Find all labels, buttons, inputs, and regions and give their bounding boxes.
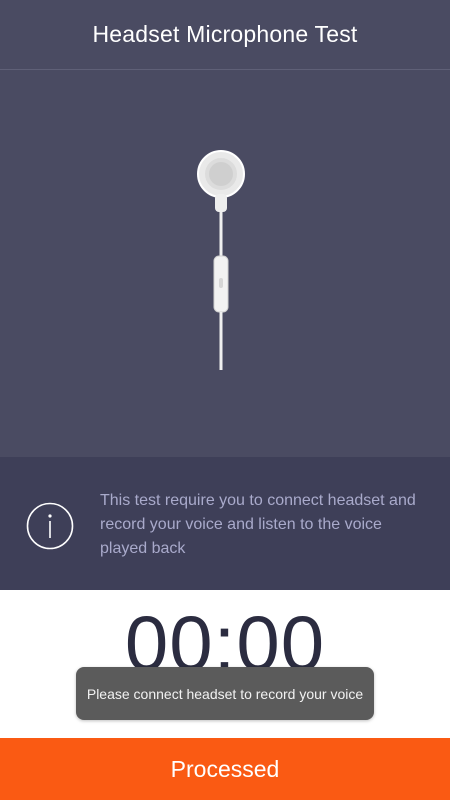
info-description: This test require you to connect headset…	[100, 492, 416, 557]
toast-message: Please connect headset to record your vo…	[76, 667, 374, 720]
app-header: Headset Microphone Test	[0, 0, 450, 70]
earphone-image	[197, 150, 245, 370]
processed-button[interactable]: Processed	[0, 738, 450, 800]
hero-area	[0, 70, 450, 457]
page-title: Headset Microphone Test	[92, 21, 358, 47]
info-icon	[26, 502, 74, 550]
